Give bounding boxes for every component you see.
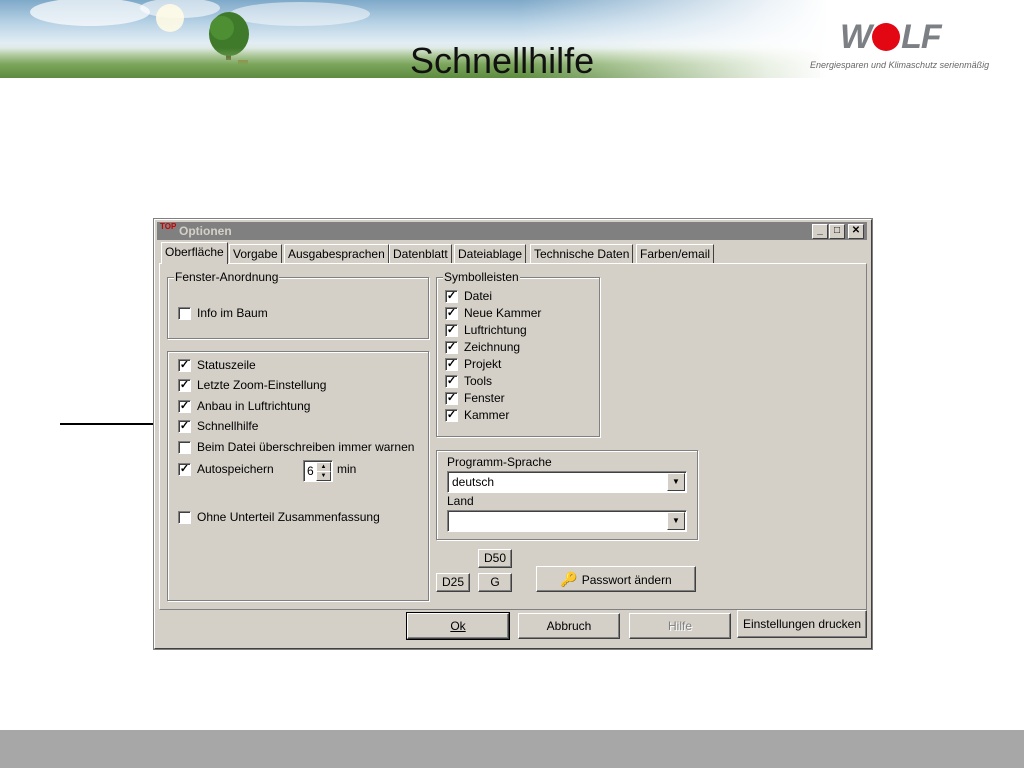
checkbox-label: Kammer xyxy=(464,408,510,422)
group-symbolleisten: Symbolleisten ✓ Datei ✓ Neue Kammer ✓ Luftr… xyxy=(436,270,600,437)
group-fenster-anordnung: Fenster-Anordnung Info im Baum xyxy=(167,270,429,339)
country-label: Land xyxy=(447,494,474,508)
checkbox-label: Neue Kammer xyxy=(464,306,542,320)
checkbox-box[interactable] xyxy=(178,441,191,454)
checkbox-box[interactable] xyxy=(178,511,191,524)
logo-tagline: Energiesparen und Klimaschutz serienmäßi… xyxy=(810,60,990,70)
change-password-label: Passwort ändern xyxy=(581,573,672,587)
tab-vorgabe[interactable]: Vorgabe xyxy=(229,244,282,263)
language-select-value: deutsch xyxy=(452,475,495,489)
dropdown-arrow-icon[interactable]: ▼ xyxy=(667,512,685,530)
checkbox-box[interactable]: ✓ xyxy=(178,379,191,392)
spin-down-icon[interactable]: ▼ xyxy=(316,471,331,481)
key-icon: 🔑 xyxy=(560,571,578,587)
checkbox-box[interactable]: ✓ xyxy=(178,400,191,413)
tab-oberflaeche[interactable]: Oberfläche xyxy=(161,242,228,264)
pointer-arrow xyxy=(60,423,168,425)
group-general-options: ✓ Statuszeile ✓ Letzte Zoom-Einstellung … xyxy=(167,351,429,601)
checkbox-box[interactable]: ✓ xyxy=(445,341,458,354)
maximize-button[interactable]: □ xyxy=(829,224,845,239)
language-select[interactable]: deutsch ▼ xyxy=(447,471,687,493)
d25-button[interactable]: D25 xyxy=(436,573,470,592)
print-settings-label: Einstellungen drucken xyxy=(742,617,862,631)
checkbox-label: Schnellhilfe xyxy=(197,419,259,433)
checkbox-label: Ohne Unterteil Zusammenfassung xyxy=(197,510,380,524)
group-label-fenster: Fenster-Anordnung xyxy=(174,270,280,284)
dialog-titlebar[interactable]: TOP Optionen _ □ ✕ xyxy=(157,222,867,240)
close-button[interactable]: ✕ xyxy=(848,224,864,239)
language-label: Programm-Sprache xyxy=(447,455,552,469)
checkbox-label: Statuszeile xyxy=(197,358,256,372)
checkbox-box[interactable]: ✓ xyxy=(445,290,458,303)
print-settings-button[interactable]: Einstellungen drucken xyxy=(737,610,867,638)
checkbox-box[interactable]: ✓ xyxy=(445,358,458,371)
checkbox-label: Datei xyxy=(464,289,493,303)
wolf-logo: W LF xyxy=(840,18,942,56)
checkbox-label: Zeichnung xyxy=(464,340,521,354)
group-label-symbolleisten: Symbolleisten xyxy=(443,270,520,284)
d50-button[interactable]: D50 xyxy=(478,549,512,568)
cancel-button[interactable]: Abbruch xyxy=(518,613,620,639)
autosave-interval-value[interactable]: 6 xyxy=(307,464,314,478)
checkbox-label: Tools xyxy=(464,374,493,388)
tab-farben-email[interactable]: Farben/email xyxy=(636,244,715,263)
autosave-unit-label: min xyxy=(337,462,357,476)
checkbox-label: Info im Baum xyxy=(197,306,268,320)
tab-panel-oberflaeche: Fenster-Anordnung Info im Baum ✓ Statusz… xyxy=(159,263,867,610)
dropdown-arrow-icon[interactable]: ▼ xyxy=(667,473,685,491)
tab-datenblatt[interactable]: Datenblatt xyxy=(389,244,452,263)
options-dialog: TOP Optionen _ □ ✕ Oberfläche Vorgabe Au… xyxy=(154,219,872,649)
logo-red-circle xyxy=(872,23,901,51)
tab-technische-daten[interactable]: Technische Daten xyxy=(530,244,634,263)
g-button[interactable]: G xyxy=(478,573,512,592)
checkbox-box[interactable]: ✓ xyxy=(445,307,458,320)
checkbox-box[interactable]: ✓ xyxy=(445,392,458,405)
checkbox-label: Autospeichern xyxy=(197,462,274,476)
checkbox-box[interactable]: ✓ xyxy=(178,420,191,433)
checkbox-box[interactable]: ✓ xyxy=(445,409,458,422)
checkbox-label: Luftrichtung xyxy=(464,323,527,337)
checkbox-label: Projekt xyxy=(464,357,502,371)
tab-dateiablage[interactable]: Dateiablage xyxy=(454,244,527,263)
ok-label: Ok xyxy=(450,619,466,633)
slide-title: Schnellhilfe xyxy=(410,40,595,81)
cancel-label: Abbruch xyxy=(546,619,592,633)
footer-bar xyxy=(0,730,1024,768)
help-label: Hilfe xyxy=(667,619,692,633)
minimize-button[interactable]: _ xyxy=(812,224,828,239)
checkbox-label: Letzte Zoom-Einstellung xyxy=(197,378,327,392)
change-password-button[interactable]: 🔑 Passwort ändern xyxy=(536,566,696,592)
help-button[interactable]: Hilfe xyxy=(629,613,731,639)
checkbox-label: Fenster xyxy=(464,391,505,405)
group-language: Programm-Sprache deutsch ▼ Land ▼ xyxy=(436,450,698,540)
checkbox-box[interactable]: ✓ xyxy=(445,375,458,388)
country-select[interactable]: ▼ xyxy=(447,510,687,532)
tab-ausgabesprachen[interactable]: Ausgabesprachen xyxy=(284,244,389,263)
checkbox-label: Beim Datei überschreiben immer warnen xyxy=(197,440,415,454)
ok-button[interactable]: Ok xyxy=(406,612,510,640)
dialog-title: Optionen xyxy=(179,224,232,238)
checkbox-box[interactable]: ✓ xyxy=(445,324,458,337)
checkbox-box[interactable]: ✓ xyxy=(178,463,191,476)
checkbox-box[interactable] xyxy=(178,307,191,320)
checkbox-label: Anbau in Luftrichtung xyxy=(197,399,311,413)
checkbox-box[interactable]: ✓ xyxy=(178,359,191,372)
app-icon: TOP xyxy=(160,222,177,231)
